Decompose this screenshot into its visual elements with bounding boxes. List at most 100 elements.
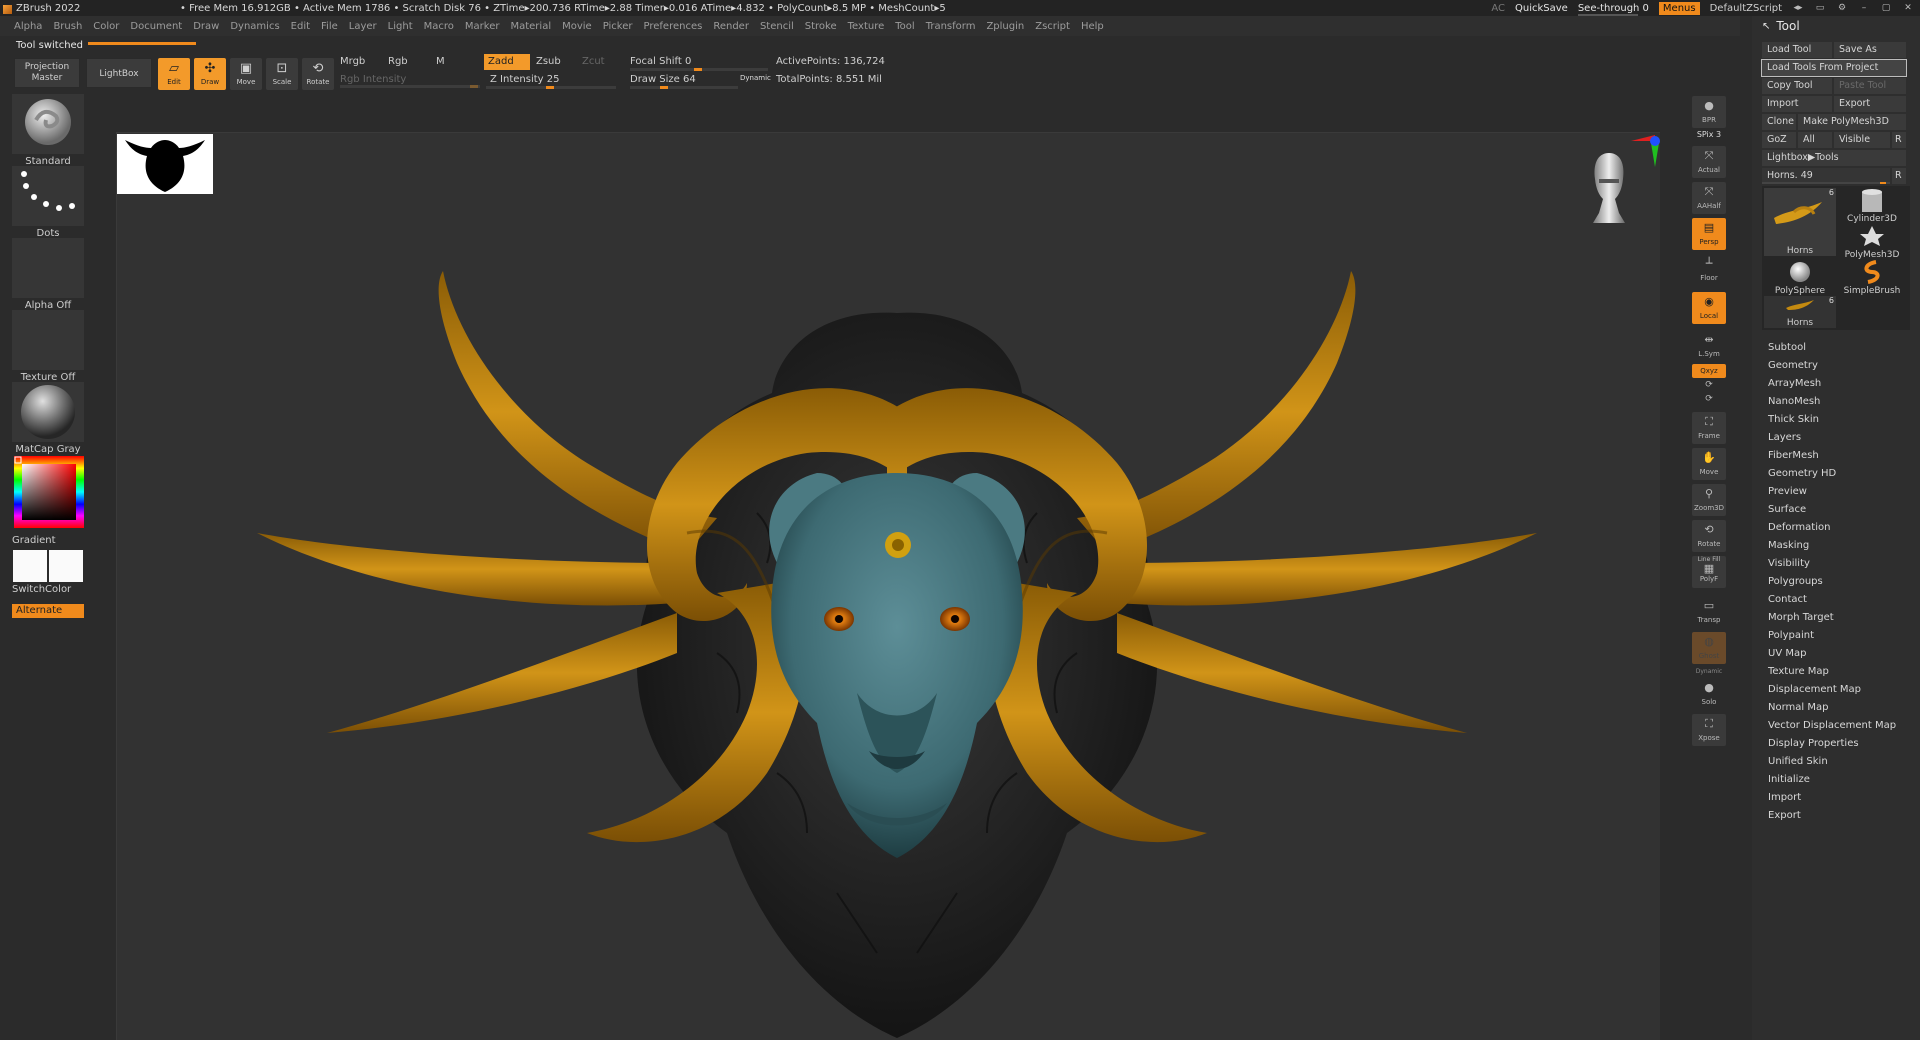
section-initialize[interactable]: Initialize [1768,774,1810,785]
floor-button[interactable]: ┴ Floor [1692,254,1726,286]
section-export[interactable]: Export [1768,810,1801,821]
focal-shift-slider[interactable] [630,57,768,71]
menu-marker[interactable]: Marker [465,21,500,32]
save-as-button[interactable]: Save As [1834,42,1906,58]
menu-draw[interactable]: Draw [193,21,219,32]
section-masking[interactable]: Masking [1768,540,1809,551]
stroke-selector[interactable]: Dots [12,166,84,239]
m-button[interactable]: M [436,56,445,67]
maximize-icon[interactable]: ▢ [1880,3,1892,13]
alternate-button[interactable]: Alternate [12,604,84,618]
menu-tool[interactable]: Tool [895,21,914,32]
paste-tool-button[interactable]: Paste Tool [1834,78,1906,94]
move-button[interactable]: ▣ Move [230,58,262,90]
menus-toggle[interactable]: Menus [1658,1,1700,15]
menu-stroke[interactable]: Stroke [805,21,837,32]
document-canvas[interactable] [116,132,1660,1040]
transp-button[interactable]: ▭ Transp [1692,596,1726,628]
mrgb-button[interactable]: Mrgb [340,56,365,67]
section-morph-target[interactable]: Morph Target [1768,612,1834,623]
menu-preferences[interactable]: Preferences [644,21,703,32]
monitor-icon[interactable]: ▭ [1814,3,1826,13]
section-geometry[interactable]: Geometry [1768,360,1818,371]
menu-document[interactable]: Document [130,21,182,32]
rotation-axis-icon[interactable]: ⟳ [1692,380,1726,392]
section-texture-map[interactable]: Texture Map [1768,666,1829,677]
menu-macro[interactable]: Macro [424,21,454,32]
zsub-button[interactable]: Zsub [536,56,561,67]
quicksave-button[interactable]: QuickSave [1515,3,1568,14]
current-tool-slider[interactable]: Horns. 49 [1762,168,1890,184]
rotation-axis-alt-icon[interactable]: ⟳ [1692,394,1726,406]
tool-thumb-cylinder3d[interactable]: Cylinder3D [1836,188,1908,224]
section-unified-skin[interactable]: Unified Skin [1768,756,1828,767]
tool-thumb-polymesh3d[interactable]: PolyMesh3D [1836,224,1908,260]
section-displacement-map[interactable]: Displacement Map [1768,684,1861,695]
brush-selector[interactable]: Standard [12,94,84,167]
move-view-button[interactable]: ✋ Move [1692,448,1726,480]
tool-thumb-horns-2[interactable]: 6 Horns [1764,296,1836,328]
section-contact[interactable]: Contact [1768,594,1807,605]
menu-zscript[interactable]: Zscript [1035,21,1070,32]
projection-master-button[interactable]: Projection Master [14,58,80,88]
rotate-view-button[interactable]: ⟲ Rotate [1692,520,1726,552]
solo-button[interactable]: ● Solo [1692,678,1726,710]
draw-button[interactable]: ✣ Draw [194,58,226,90]
section-uv-map[interactable]: UV Map [1768,648,1806,659]
xyz-button[interactable]: Qxyz [1692,364,1726,378]
minimize-icon[interactable]: – [1858,3,1870,13]
section-import[interactable]: Import [1768,792,1801,803]
goz-all-button[interactable]: All [1798,132,1832,148]
rgb-intensity-slider[interactable] [340,74,480,88]
section-vector-displacement-map[interactable]: Vector Displacement Map [1768,720,1896,731]
section-deformation[interactable]: Deformation [1768,522,1830,533]
section-preview[interactable]: Preview [1768,486,1807,497]
secondary-color-swatch[interactable] [49,550,83,582]
rgb-button[interactable]: Rgb [388,56,408,67]
alpha-selector[interactable]: Alpha Off [12,238,84,311]
clone-button[interactable]: Clone [1762,114,1796,130]
import-button[interactable]: Import [1762,96,1832,112]
section-arraymesh[interactable]: ArrayMesh [1768,378,1821,389]
see-through-slider[interactable]: See-through 0 [1577,3,1649,16]
rotate-button[interactable]: ⟲ Rotate [302,58,334,90]
gear-icon[interactable]: ⚙ [1836,3,1848,13]
section-geometry-hd[interactable]: Geometry HD [1768,468,1836,479]
menu-alpha[interactable]: Alpha [14,21,42,32]
menu-movie[interactable]: Movie [562,21,592,32]
section-visibility[interactable]: Visibility [1768,558,1810,569]
section-polypaint[interactable]: Polypaint [1768,630,1814,641]
menu-color[interactable]: Color [93,21,119,32]
lightbox-tools-button[interactable]: Lightbox▶Tools [1762,150,1906,166]
zoom3d-button[interactable]: ⚲ Zoom3D [1692,484,1726,516]
copy-tool-button[interactable]: Copy Tool [1762,78,1832,94]
current-tool-r-button[interactable]: R [1892,168,1906,184]
menu-picker[interactable]: Picker [603,21,633,32]
menu-file[interactable]: File [321,21,338,32]
local-button[interactable]: ◉ Local [1692,292,1726,324]
section-polygroups[interactable]: Polygroups [1768,576,1823,587]
aahalf-button[interactable]: ⤧ AAHalf [1692,182,1726,214]
section-nanomesh[interactable]: NanoMesh [1768,396,1820,407]
section-thick-skin[interactable]: Thick Skin [1768,414,1819,425]
horned-lion-sculpt[interactable] [117,133,1660,1040]
section-layers[interactable]: Layers [1768,432,1801,443]
section-fibermesh[interactable]: FiberMesh [1768,450,1819,461]
lsym-button[interactable]: ⇹ L.Sym [1692,330,1726,362]
section-surface[interactable]: Surface [1768,504,1806,515]
tool-thumb-polysphere[interactable]: PolySphere [1764,260,1836,296]
main-color-swatch[interactable] [13,550,47,582]
zcut-button[interactable]: Zcut [582,56,605,67]
export-button[interactable]: Export [1834,96,1906,112]
color-picker[interactable]: Gradient [12,456,84,546]
load-tools-from-project-button[interactable]: Load Tools From Project [1761,59,1907,77]
tool-thumb-horns[interactable]: 6 Horns [1764,188,1836,256]
bpr-button[interactable]: ● BPR [1692,96,1726,128]
goz-button[interactable]: GoZ [1762,132,1796,148]
persp-button[interactable]: ▤ Persp [1692,218,1726,250]
zadd-button[interactable]: Zadd [484,54,530,70]
menu-brush[interactable]: Brush [53,21,82,32]
xpose-button[interactable]: ⛶ Xpose [1692,714,1726,746]
menu-dynamics[interactable]: Dynamics [230,21,279,32]
ghost-button[interactable]: ◍ Ghost [1692,632,1726,664]
